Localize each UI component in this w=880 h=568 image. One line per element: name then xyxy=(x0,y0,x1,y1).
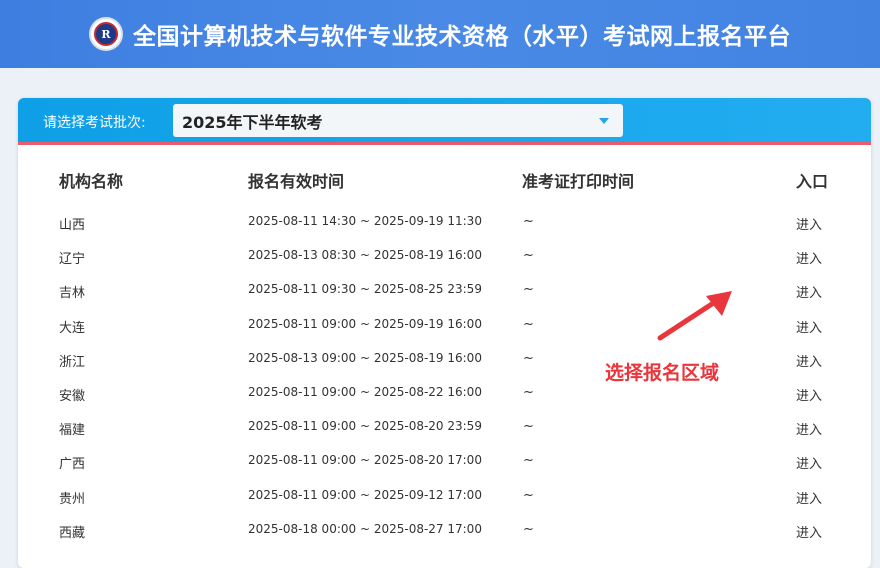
logo-seal: R xyxy=(94,22,118,46)
annotation-arrow-icon xyxy=(657,291,732,341)
table-row: 安徽 2025-08-11 09:00 ~ 2025-08-22 16:00 ~ 进入 xyxy=(18,385,871,419)
registration-period: 2025-08-11 09:00 ~ 2025-09-19 16:00 xyxy=(248,316,482,331)
org-name: 山西 xyxy=(59,218,86,233)
org-name: 浙江 xyxy=(59,354,86,370)
org-name: 辽宁 xyxy=(59,252,86,268)
print-time: ~ xyxy=(523,453,534,469)
registration-period: 2025-08-11 09:00 ~ 2025-08-22 16:00 xyxy=(248,385,482,399)
table-row: 吉林 2025-08-11 09:30 ~ 2025-08-25 23:59 ~ 进入 xyxy=(18,282,871,316)
print-time: ~ xyxy=(523,521,534,537)
print-time: ~ xyxy=(523,248,534,264)
column-header-print: 准考证打印时间 xyxy=(522,172,635,191)
table-row: 辽宁 2025-08-13 08:30 ~ 2025-08-19 16:00 ~ 进入 xyxy=(18,248,871,282)
org-name: 吉林 xyxy=(59,286,86,302)
registration-period: 2025-08-11 09:00 ~ 2025-09-12 17:00 xyxy=(248,487,482,502)
column-header-period: 报名有效时间 xyxy=(248,172,345,191)
table-row: 贵州 2025-08-11 09:00 ~ 2025-09-12 17:00 ~ 进入 xyxy=(18,488,871,522)
registration-period: 2025-08-11 14:30 ~ 2025-09-19 11:30 xyxy=(248,214,482,228)
print-time: ~ xyxy=(523,385,534,400)
table-row: 西藏 2025-08-18 00:00 ~ 2025-08-27 17:00 ~ 进入 xyxy=(18,522,871,556)
table-row: 浙江 2025-08-13 09:00 ~ 2025-08-19 16:00 ~ 进入 xyxy=(18,351,871,385)
registration-period: 2025-08-11 09:00 ~ 2025-08-20 23:59 xyxy=(248,419,482,434)
enter-link[interactable]: 进入 xyxy=(796,385,822,404)
enter-link[interactable]: 进入 xyxy=(796,419,822,438)
table-row: 广西 2025-08-11 09:00 ~ 2025-08-20 17:00 ~ 进入 xyxy=(18,453,871,487)
enter-link[interactable]: 进入 xyxy=(796,488,822,507)
registration-period: 2025-08-11 09:00 ~ 2025-08-20 17:00 xyxy=(248,453,482,468)
registration-period: 2025-08-13 09:00 ~ 2025-08-19 16:00 xyxy=(248,350,482,365)
enter-link[interactable]: 进入 xyxy=(796,214,822,233)
print-time: ~ xyxy=(523,214,534,229)
site-logo-icon: R xyxy=(89,17,123,51)
enter-link[interactable]: 进入 xyxy=(796,522,822,541)
enter-link[interactable]: 进入 xyxy=(796,351,822,370)
print-time: ~ xyxy=(523,316,534,332)
print-time: ~ xyxy=(523,350,534,366)
batch-select[interactable]: 2025年下半年软考 xyxy=(173,104,623,137)
annotation-label: 选择报名区域 xyxy=(605,362,720,384)
org-name: 贵州 xyxy=(59,491,86,507)
table-row: 大连 2025-08-11 09:00 ~ 2025-09-19 16:00 ~ 进入 xyxy=(18,317,871,351)
enter-link[interactable]: 进入 xyxy=(796,453,822,472)
org-name: 福建 xyxy=(59,423,86,439)
org-name: 安徽 xyxy=(59,389,86,404)
site-header: R 全国计算机技术与软件专业技术资格（水平）考试网上报名平台 xyxy=(0,0,880,68)
table-row: 福建 2025-08-11 09:00 ~ 2025-08-20 23:59 ~ 进入 xyxy=(18,419,871,453)
registration-period: 2025-08-13 08:30 ~ 2025-08-19 16:00 xyxy=(248,248,482,263)
batch-label: 请选择考试批次: xyxy=(43,115,146,131)
org-name: 广西 xyxy=(59,457,86,473)
enter-link[interactable]: 进入 xyxy=(796,282,822,301)
registration-period: 2025-08-11 09:30 ~ 2025-08-25 23:59 xyxy=(248,282,482,297)
column-header-org: 机构名称 xyxy=(59,172,124,191)
site-title: 全国计算机技术与软件专业技术资格（水平）考试网上报名平台 xyxy=(133,24,791,50)
print-time: ~ xyxy=(523,487,534,503)
print-time: ~ xyxy=(523,419,534,435)
org-name: 大连 xyxy=(59,320,86,336)
enter-link[interactable]: 进入 xyxy=(796,317,822,336)
org-name: 西藏 xyxy=(59,525,86,541)
batch-bar: 请选择考试批次: 2025年下半年软考 xyxy=(18,98,871,145)
chevron-down-icon[interactable] xyxy=(599,118,609,124)
column-header-entry: 入口 xyxy=(796,172,829,191)
table-row: 山西 2025-08-11 14:30 ~ 2025-09-19 11:30 ~ 进入 xyxy=(18,214,871,248)
registration-card: 请选择考试批次: 2025年下半年软考 机构名称 报名有效时间 准考证打印时间 … xyxy=(18,98,871,568)
batch-select-value: 2025年下半年软考 xyxy=(182,112,323,132)
registration-period: 2025-08-18 00:00 ~ 2025-08-27 17:00 xyxy=(248,521,482,536)
print-time: ~ xyxy=(523,282,534,298)
enter-link[interactable]: 进入 xyxy=(796,248,822,267)
